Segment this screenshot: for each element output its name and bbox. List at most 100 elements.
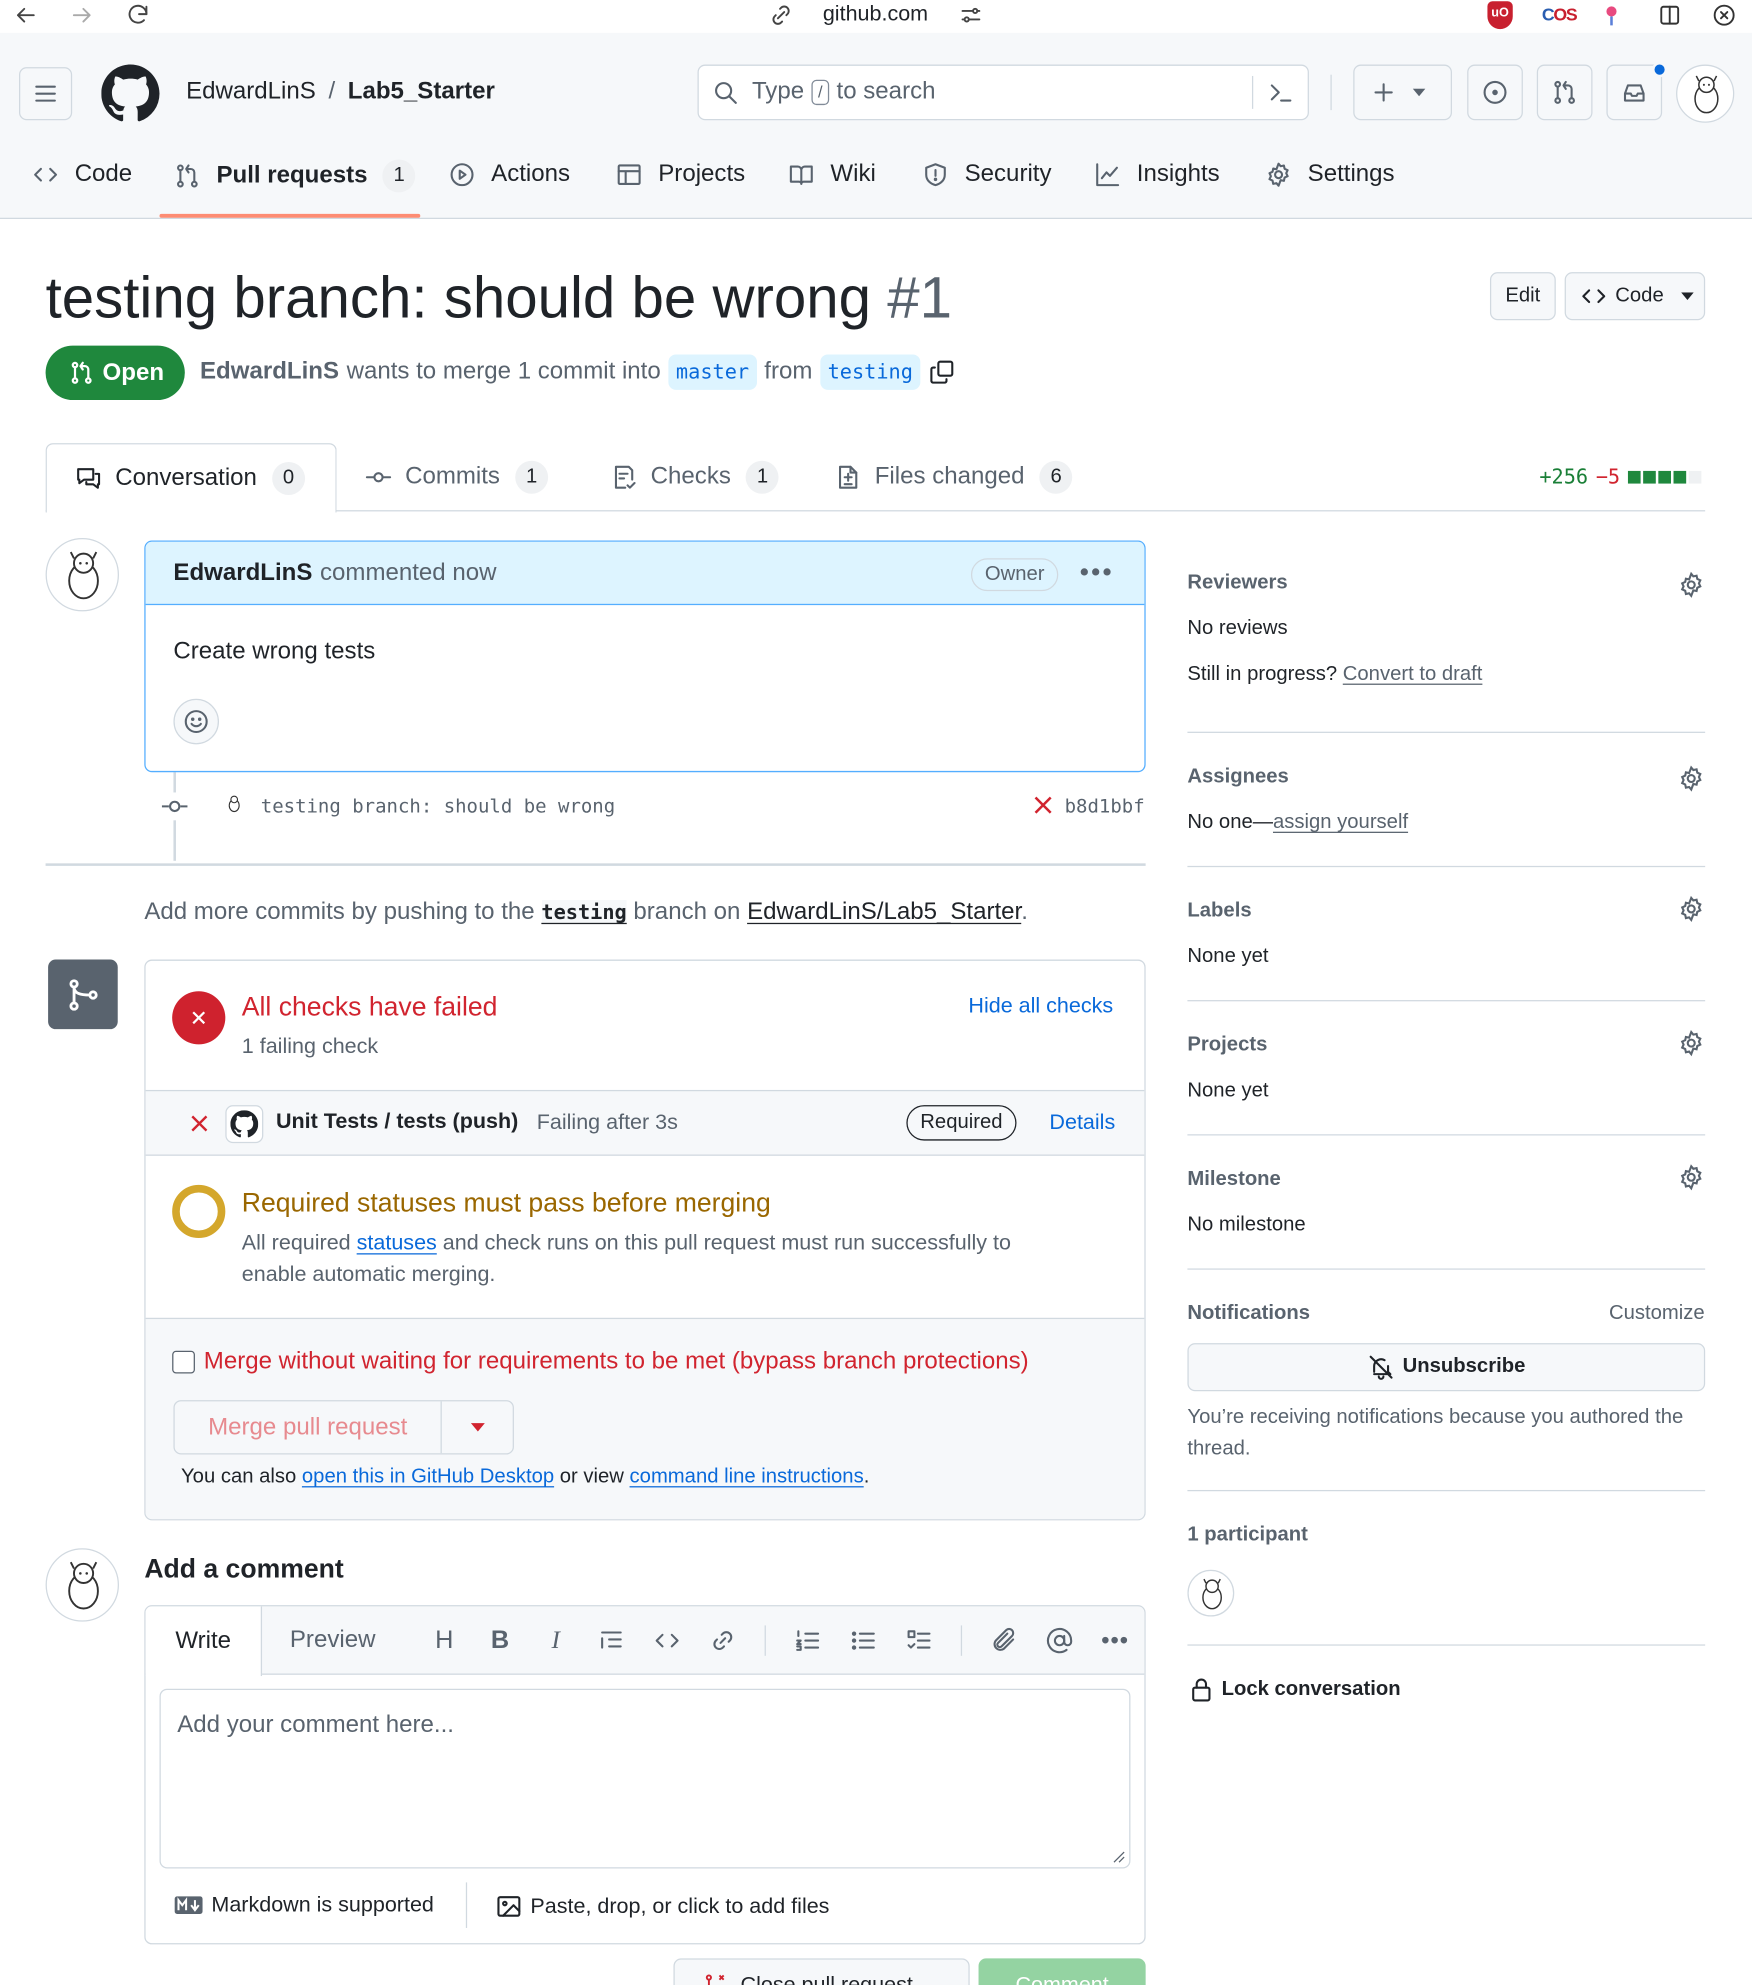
reload-icon[interactable]	[125, 3, 150, 28]
bypass-checkbox[interactable]	[172, 1350, 195, 1374]
base-branch[interactable]: master	[668, 354, 757, 390]
extension-icon[interactable]: COS	[1542, 4, 1578, 24]
push-hint-branch[interactable]: testing	[541, 900, 627, 925]
nav-actions[interactable]: Actions	[448, 161, 570, 189]
open-desktop-link[interactable]: open this in GitHub Desktop	[302, 1466, 554, 1488]
nav-settings[interactable]: Settings	[1265, 161, 1395, 189]
back-icon[interactable]	[13, 3, 38, 28]
comment-action[interactable]: commented now	[320, 560, 496, 588]
mention-icon[interactable]	[1032, 1627, 1088, 1655]
comment-submit-button[interactable]: Comment	[978, 1958, 1146, 1985]
gear-icon[interactable]	[1677, 895, 1705, 923]
gear-icon[interactable]	[1677, 571, 1705, 599]
attach-files-hint[interactable]: Paste, drop, or click to add files	[495, 1893, 829, 1921]
nav-pull-requests[interactable]: Pull requests 1	[173, 159, 416, 193]
participant-avatar[interactable]	[1187, 1569, 1235, 1617]
link-icon[interactable]	[695, 1627, 751, 1655]
create-new-button[interactable]	[1353, 64, 1452, 121]
code-dropdown-button[interactable]: Code	[1564, 272, 1706, 321]
bypass-label[interactable]: Merge without waiting for requirements t…	[204, 1348, 1029, 1376]
customize-link[interactable]: Customize	[1609, 1303, 1705, 1326]
commit-sha[interactable]: b8d1bbf	[1065, 795, 1145, 818]
sidebar-toggle-icon[interactable]	[1657, 3, 1682, 28]
comment-author[interactable]: EdwardLinS	[173, 560, 312, 588]
copy-icon[interactable]	[928, 358, 956, 386]
user-avatar[interactable]	[1676, 64, 1735, 123]
pull-requests-button[interactable]	[1536, 64, 1593, 121]
github-logo[interactable]	[101, 64, 160, 123]
labels-heading[interactable]: Labels	[1187, 900, 1251, 923]
breadcrumb-repo[interactable]: Lab5_Starter	[348, 78, 495, 106]
bold-icon[interactable]: B	[472, 1626, 528, 1655]
nav-projects[interactable]: Projects	[615, 161, 745, 189]
site-info-icon[interactable]	[768, 3, 793, 28]
preview-tab[interactable]: Preview	[290, 1627, 376, 1655]
italic-icon[interactable]: I	[528, 1626, 584, 1655]
command-palette-icon[interactable]	[1267, 78, 1295, 106]
breadcrumb-owner[interactable]: EdwardLinS	[186, 78, 316, 106]
statuses-link[interactable]: statuses	[357, 1230, 437, 1254]
merge-method-dropdown[interactable]	[442, 1401, 513, 1453]
tab-checks[interactable]: Checks 1	[610, 460, 779, 494]
code-icon[interactable]	[639, 1627, 695, 1655]
check-name[interactable]: Unit Tests / tests (push)	[276, 1109, 518, 1134]
tune-icon[interactable]	[958, 3, 983, 28]
unsubscribe-button[interactable]: Unsubscribe	[1187, 1343, 1706, 1392]
command-line-link[interactable]: command line instructions	[630, 1466, 864, 1488]
nav-security[interactable]: Security	[922, 161, 1052, 189]
reviewers-heading[interactable]: Reviewers	[1187, 572, 1287, 595]
nav-code[interactable]: Code	[32, 161, 133, 189]
url-text[interactable]: github.com	[823, 1, 928, 26]
tab-conversation[interactable]: Conversation 0	[45, 443, 337, 513]
forward-icon[interactable]	[70, 3, 95, 28]
kebab-icon[interactable]: •••	[1080, 558, 1114, 587]
check-status: Failing after 3s	[536, 1110, 678, 1135]
check-details-link[interactable]: Details	[1049, 1110, 1115, 1135]
commit-author-avatar[interactable]	[222, 790, 247, 818]
menu-button[interactable]	[18, 67, 73, 121]
comment-author-avatar[interactable]	[45, 538, 119, 612]
task-list-icon[interactable]	[891, 1627, 947, 1655]
head-branch[interactable]: testing	[819, 354, 921, 390]
tab-files-changed[interactable]: Files changed 6	[834, 460, 1073, 494]
ublock-extension-icon[interactable]: uO	[1487, 1, 1513, 30]
commit-message[interactable]: testing branch: should be wrong	[261, 795, 615, 818]
comment-textarea[interactable]: Add your comment here...	[159, 1688, 1131, 1869]
tab-checks-label: Checks	[650, 463, 731, 490]
more-options-icon[interactable]: •••	[1087, 1627, 1143, 1654]
lock-conversation-label: Lock conversation	[1221, 1678, 1401, 1701]
close-window-icon[interactable]	[1711, 3, 1736, 28]
quote-icon[interactable]	[584, 1627, 640, 1655]
paperclip-icon[interactable]	[976, 1627, 1032, 1655]
milestone-heading[interactable]: Milestone	[1187, 1168, 1280, 1191]
lock-conversation-button[interactable]: Lock conversation	[1187, 1676, 1401, 1704]
unordered-list-icon[interactable]	[835, 1627, 891, 1655]
current-user-avatar[interactable]	[45, 1548, 119, 1622]
projects-heading[interactable]: Projects	[1187, 1034, 1267, 1057]
heading-icon[interactable]: H	[416, 1626, 472, 1655]
ordered-list-icon[interactable]	[780, 1627, 836, 1655]
add-reaction-button[interactable]	[173, 698, 220, 745]
markdown-hint[interactable]: Markdown is supported	[173, 1893, 434, 1918]
assign-yourself-link[interactable]: assign yourself	[1273, 811, 1408, 833]
resize-handle-icon[interactable]	[1113, 1851, 1126, 1864]
gear-icon[interactable]	[1677, 1163, 1705, 1191]
search-input[interactable]: Type / to search	[697, 64, 1309, 121]
nav-insights[interactable]: Insights	[1094, 161, 1220, 189]
pr-author[interactable]: EdwardLinS	[200, 358, 339, 386]
push-hint-repo[interactable]: EdwardLinS/Lab5_Starter	[747, 899, 1021, 926]
convert-to-draft-link[interactable]: Convert to draft	[1343, 663, 1483, 685]
issues-button[interactable]	[1467, 64, 1523, 121]
extension-pin-icon[interactable]	[1603, 4, 1621, 27]
nav-wiki[interactable]: Wiki	[787, 161, 876, 189]
x-icon[interactable]	[1033, 795, 1053, 815]
assignees-heading[interactable]: Assignees	[1187, 766, 1288, 789]
hide-checks-button[interactable]: Hide all checks	[968, 994, 1113, 1019]
gear-icon[interactable]	[1677, 765, 1705, 793]
write-tab[interactable]: Write	[145, 1606, 263, 1677]
gear-icon[interactable]	[1677, 1029, 1705, 1057]
merge-pull-request-button[interactable]: Merge pull request	[175, 1401, 443, 1454]
tab-commits[interactable]: Commits 1	[365, 460, 549, 494]
close-pr-button[interactable]: Close pull request	[673, 1958, 970, 1985]
edit-title-button[interactable]: Edit	[1489, 272, 1556, 321]
